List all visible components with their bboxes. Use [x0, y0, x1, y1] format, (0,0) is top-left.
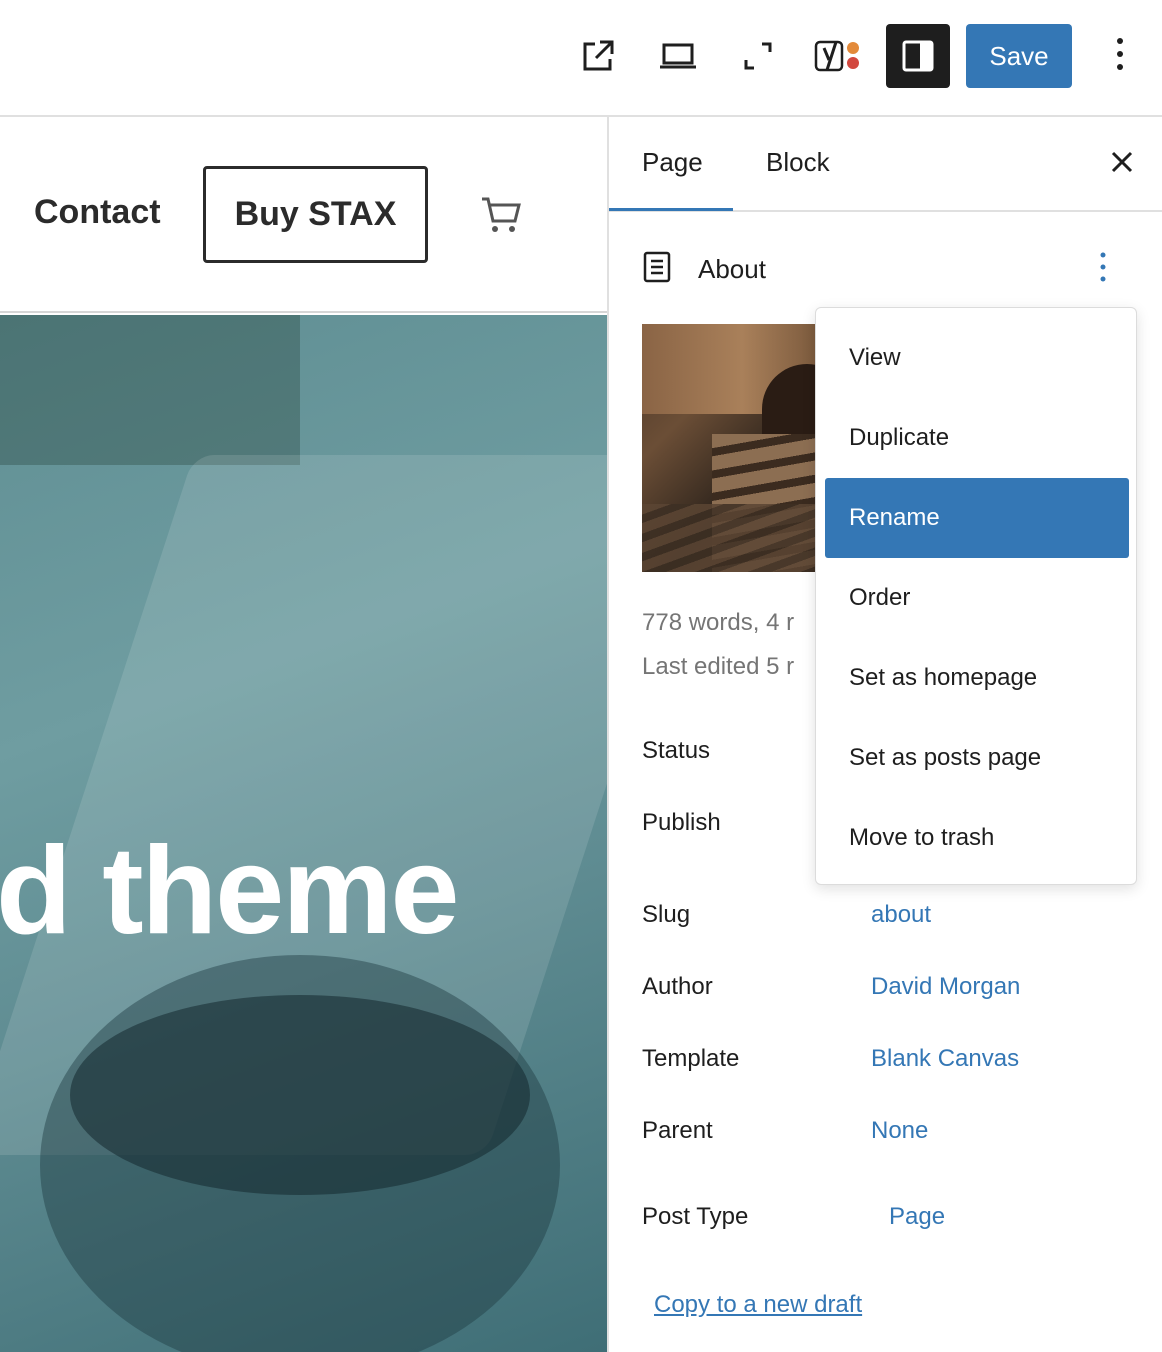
- sidebar-tabs: Page Block: [609, 117, 1162, 212]
- template-value[interactable]: Blank Canvas: [871, 1045, 1019, 1073]
- document-actions-button[interactable]: [1099, 251, 1119, 287]
- active-tab-indicator: [609, 208, 733, 211]
- more-vertical-icon: [1099, 252, 1107, 287]
- slug-value[interactable]: about: [871, 901, 931, 929]
- yoast-seo-icon: [812, 36, 864, 76]
- save-button[interactable]: Save: [966, 24, 1072, 88]
- menu-item-order[interactable]: Order: [825, 558, 1129, 638]
- document-actions-menu: View Duplicate Rename Order Set as homep…: [815, 307, 1137, 885]
- nav-link-contact[interactable]: Contact: [34, 193, 161, 232]
- featured-image-detail: [642, 504, 842, 572]
- desktop-preview-icon: [658, 41, 698, 71]
- template-label: Template: [642, 1045, 740, 1072]
- editor-toolbar: Save: [0, 0, 1162, 117]
- hero-background-shape: [0, 315, 300, 465]
- last-edited: Last edited 5 r: [642, 653, 795, 680]
- close-sidebar-button[interactable]: [1107, 147, 1137, 177]
- parent-value[interactable]: None: [871, 1117, 928, 1145]
- more-vertical-icon: [1116, 37, 1124, 76]
- menu-item-set-as-posts-page[interactable]: Set as posts page: [825, 718, 1129, 798]
- copy-to-new-draft-link[interactable]: Copy to a new draft: [654, 1291, 862, 1319]
- sidebar-toggle-icon: [901, 39, 935, 73]
- hero-cover-block[interactable]: d theme: [0, 315, 607, 1352]
- menu-item-duplicate[interactable]: Duplicate: [825, 398, 1129, 478]
- post-type-label: Post Type: [642, 1203, 749, 1230]
- menu-item-move-to-trash[interactable]: Move to trash: [825, 798, 1129, 878]
- featured-image[interactable]: [642, 324, 842, 572]
- cart-icon[interactable]: [478, 193, 522, 240]
- yoast-seo-button[interactable]: [806, 24, 870, 88]
- device-preview-button[interactable]: [646, 24, 710, 88]
- slug-label: Slug: [642, 901, 691, 928]
- menu-item-set-as-homepage[interactable]: Set as homepage: [825, 638, 1129, 718]
- view-page-button[interactable]: [566, 24, 630, 88]
- tab-block[interactable]: Block: [766, 147, 830, 178]
- post-type-value[interactable]: Page: [889, 1203, 945, 1231]
- parent-label: Parent: [642, 1117, 713, 1144]
- author-label: Author: [642, 973, 713, 1000]
- page-document-icon: [642, 250, 672, 289]
- menu-item-rename[interactable]: Rename: [825, 478, 1129, 558]
- settings-sidebar-toggle[interactable]: [886, 24, 950, 88]
- buy-stax-button[interactable]: Buy STAX: [203, 166, 428, 263]
- site-header: Contact Buy STAX: [0, 119, 607, 313]
- status-label: Status: [642, 737, 711, 764]
- external-link-icon: [580, 38, 616, 74]
- editor-canvas[interactable]: Contact Buy STAX d theme: [0, 119, 607, 1352]
- author-value[interactable]: David Morgan: [871, 973, 1020, 1001]
- document-title: About: [698, 253, 766, 284]
- fullscreen-button[interactable]: [726, 24, 790, 88]
- publish-label: Publish: [642, 809, 721, 836]
- menu-item-view[interactable]: View: [825, 318, 1129, 398]
- document-header: About: [642, 247, 766, 291]
- options-menu-button[interactable]: [1098, 24, 1142, 88]
- fullscreen-icon: [742, 40, 774, 72]
- hero-heading[interactable]: d theme: [0, 820, 459, 962]
- tab-page[interactable]: Page: [642, 147, 703, 178]
- hero-background-shape: [70, 995, 530, 1195]
- word-count: 778 words, 4 r: [642, 609, 795, 636]
- close-icon: [1107, 151, 1137, 181]
